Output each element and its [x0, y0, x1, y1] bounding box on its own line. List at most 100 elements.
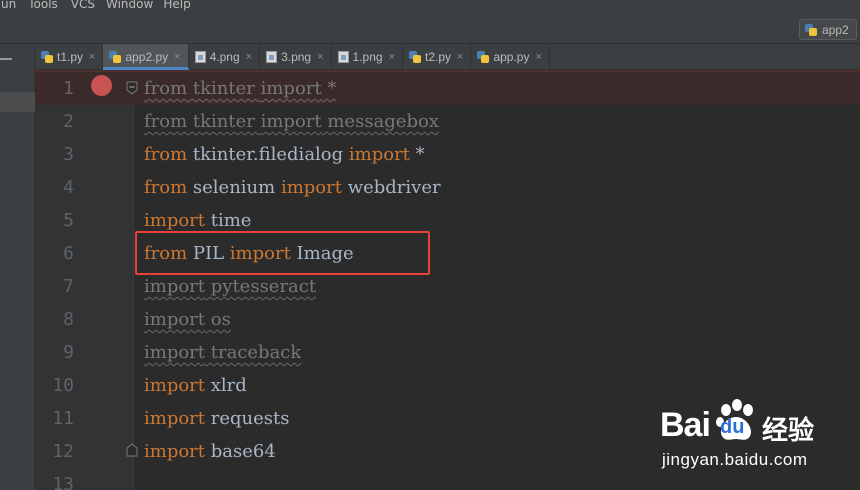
code-line[interactable]: from tkinter import messagebox [144, 105, 439, 138]
close-icon[interactable]: × [246, 51, 252, 63]
run-configuration-label: app2 [822, 22, 849, 37]
module-name: traceback [205, 342, 302, 363]
python-file-icon [409, 51, 421, 63]
python-file-icon [109, 51, 122, 63]
image-file-icon [337, 51, 349, 63]
keyword: from [144, 177, 188, 198]
baidu-jingyan-watermark: Bai du 经验 jingyan.baidu.com [660, 398, 860, 478]
line-number: 2 [63, 111, 74, 132]
line-number: 13 [52, 474, 74, 490]
keyword: import [144, 309, 206, 330]
python-file-icon [41, 51, 53, 63]
watermark-bai-text: Bai [660, 406, 711, 444]
line-number: 6 [63, 243, 74, 264]
import-target: webdriver [341, 177, 441, 198]
code-line[interactable]: from selenium import webdriver [144, 171, 441, 204]
tab-t1-py[interactable]: t1.py × [35, 44, 104, 70]
close-icon[interactable]: × [389, 51, 395, 63]
line-number: 10 [52, 375, 74, 396]
watermark-du-text: du [720, 416, 745, 438]
tab-app2-py[interactable]: app2.py × [103, 44, 189, 70]
module-name: xlrd [205, 375, 247, 396]
tab-label: t1.py [57, 50, 84, 64]
tab-label: t2.py [425, 50, 452, 64]
keyword: import [260, 111, 322, 132]
watermark-url: jingyan.baidu.com [662, 450, 808, 469]
close-icon[interactable]: × [457, 51, 463, 63]
breakpoint-icon[interactable] [91, 75, 112, 96]
module-name: base64 [205, 441, 276, 462]
line-number: 4 [63, 177, 74, 198]
keyword: import [280, 177, 342, 198]
keyword: import [144, 342, 206, 363]
toolbar: app2 [0, 14, 860, 44]
code-line[interactable]: import traceback [144, 336, 301, 369]
line-number: 9 [63, 342, 74, 363]
keyword: import [144, 441, 206, 462]
image-file-icon [194, 51, 206, 63]
module-name: tkinter.filedialog [187, 144, 349, 165]
keyword: from [144, 78, 188, 99]
watermark-jingyan-text: 经验 [762, 416, 815, 446]
menu-help[interactable]: Help [163, 0, 190, 12]
code-line[interactable]: import os [144, 303, 231, 336]
tab-t2-py[interactable]: t2.py × [403, 44, 472, 70]
keyword: import [348, 144, 410, 165]
fold-start-icon[interactable] [125, 80, 140, 95]
line-number: 8 [63, 309, 74, 330]
line-number: 11 [52, 408, 74, 429]
keyword: import [144, 408, 206, 429]
code-line[interactable]: import base64 [144, 435, 276, 468]
keyword: import [144, 375, 206, 396]
tab-4-png[interactable]: 4.png × [189, 44, 261, 70]
module-name: requests [205, 408, 290, 429]
annotation-highlight-box [135, 231, 430, 275]
close-icon[interactable]: × [174, 51, 180, 63]
close-icon[interactable]: × [535, 51, 541, 63]
code-line[interactable]: import requests [144, 402, 290, 435]
line-number: 7 [63, 276, 74, 297]
keyword: import [144, 210, 206, 231]
import-target: messagebox [321, 111, 439, 132]
code-line[interactable]: import xlrd [144, 369, 247, 402]
fold-end-icon[interactable] [125, 443, 140, 458]
line-number: 5 [63, 210, 74, 231]
python-file-icon [477, 51, 490, 63]
menu-run[interactable]: un [1, 0, 16, 12]
tab-app-py[interactable]: app.py × [471, 44, 550, 70]
close-icon[interactable]: × [317, 51, 323, 63]
run-configuration-selector[interactable]: app2 [799, 19, 857, 40]
collapse-handle[interactable] [0, 58, 12, 60]
module-name: selenium [187, 177, 281, 198]
keyword: from [144, 111, 188, 132]
tab-label: 3.png [281, 50, 312, 64]
import-target: * [409, 144, 425, 165]
close-icon[interactable]: × [89, 51, 95, 63]
keyword: from [144, 144, 188, 165]
tab-3-png[interactable]: 3.png × [260, 44, 332, 70]
tab-label: 4.png [209, 50, 240, 64]
code-line[interactable]: from tkinter.filedialog import * [144, 138, 425, 171]
tab-1-png[interactable]: 1.png × [332, 44, 403, 70]
sidebar-selected-item[interactable] [0, 92, 35, 112]
line-number: 3 [63, 144, 74, 165]
editor-tabs: t1.py × app2.py × 4.png × 3.png × 1.png … [35, 44, 860, 70]
line-number: 12 [52, 441, 74, 462]
tab-label: app2.py [125, 50, 169, 64]
menu-tools[interactable]: Tools [28, 0, 58, 12]
code-line[interactable]: from tkinter import * [144, 72, 336, 105]
menu-window[interactable]: Window [106, 0, 153, 12]
project-sidebar[interactable] [0, 44, 35, 490]
keyword: import [144, 276, 206, 297]
module-name: tkinter [187, 111, 261, 132]
module-name: os [205, 309, 231, 330]
module-name: time [205, 210, 252, 231]
tab-label: 1.png [352, 50, 383, 64]
menu-bar: un Tools VCS Window Help [0, 0, 860, 14]
tab-label: app.py [493, 50, 530, 64]
line-number: 1 [63, 78, 74, 99]
keyword: import [260, 78, 322, 99]
module-name: pytesseract [205, 276, 317, 297]
menu-vcs[interactable]: VCS [71, 0, 95, 12]
python-icon [805, 23, 817, 36]
